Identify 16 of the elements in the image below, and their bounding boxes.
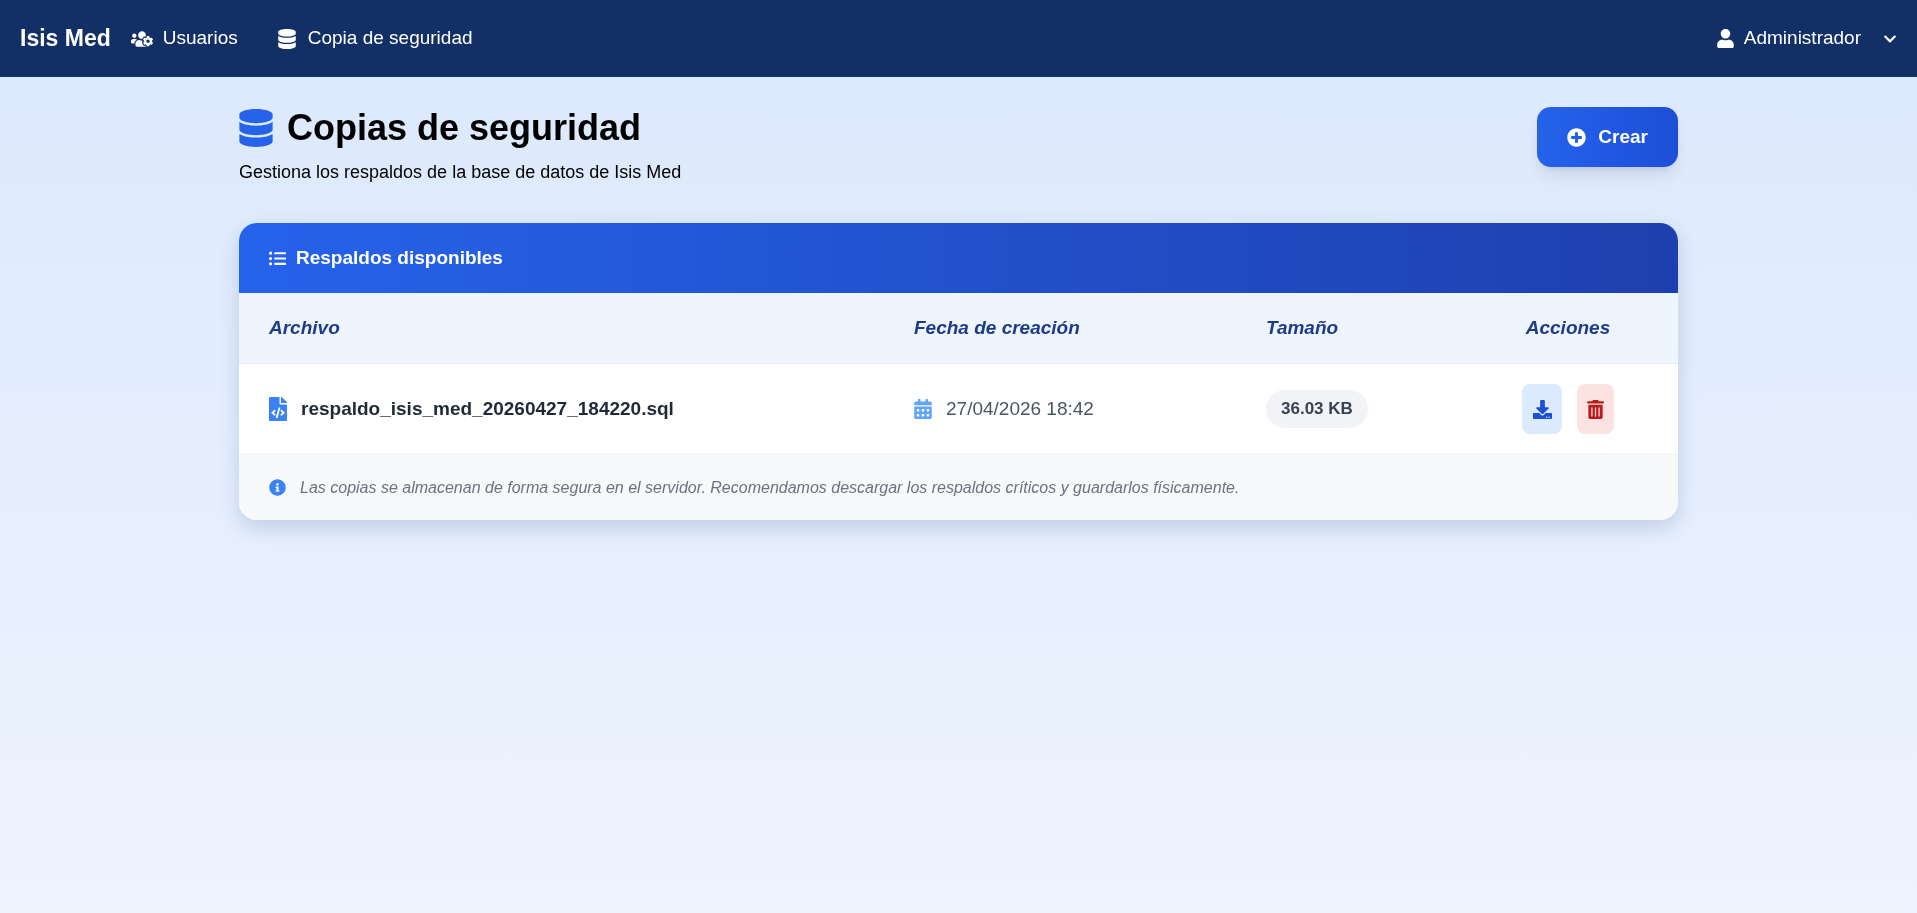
size-badge: 36.03 KB (1266, 390, 1368, 428)
column-header: Fecha de creación (914, 315, 1081, 340)
nav-link[interactable]: Usuarios (130, 24, 238, 53)
create-button[interactable]: Crear (1537, 107, 1678, 167)
column-header: Tamaño (1266, 315, 1340, 340)
nav-link[interactable]: Copia de seguridad (275, 24, 473, 53)
info-note: Las copias se almacenan de forma segura en el servidor. Recomendamos descargar los respaldos críticos y guardarlos físicamente. (300, 477, 1240, 498)
column-header: Archivo (269, 315, 341, 340)
creation-date: 27/04/2026 18:42 (946, 396, 1094, 421)
brand-logo[interactable]: Isis Med (20, 21, 111, 56)
column-header: Acciones (1525, 315, 1611, 340)
page-title: Copias de seguridad (287, 106, 642, 150)
card-title: Respaldos disponibles (296, 245, 503, 270)
page-subtitle: Gestiona los respaldos de la base de datos de Isis Med (239, 161, 682, 184)
file-name: respaldo_isis_med_20260427_184220.sql (301, 396, 674, 421)
user-menu[interactable]: Administrador (1716, 24, 1861, 53)
